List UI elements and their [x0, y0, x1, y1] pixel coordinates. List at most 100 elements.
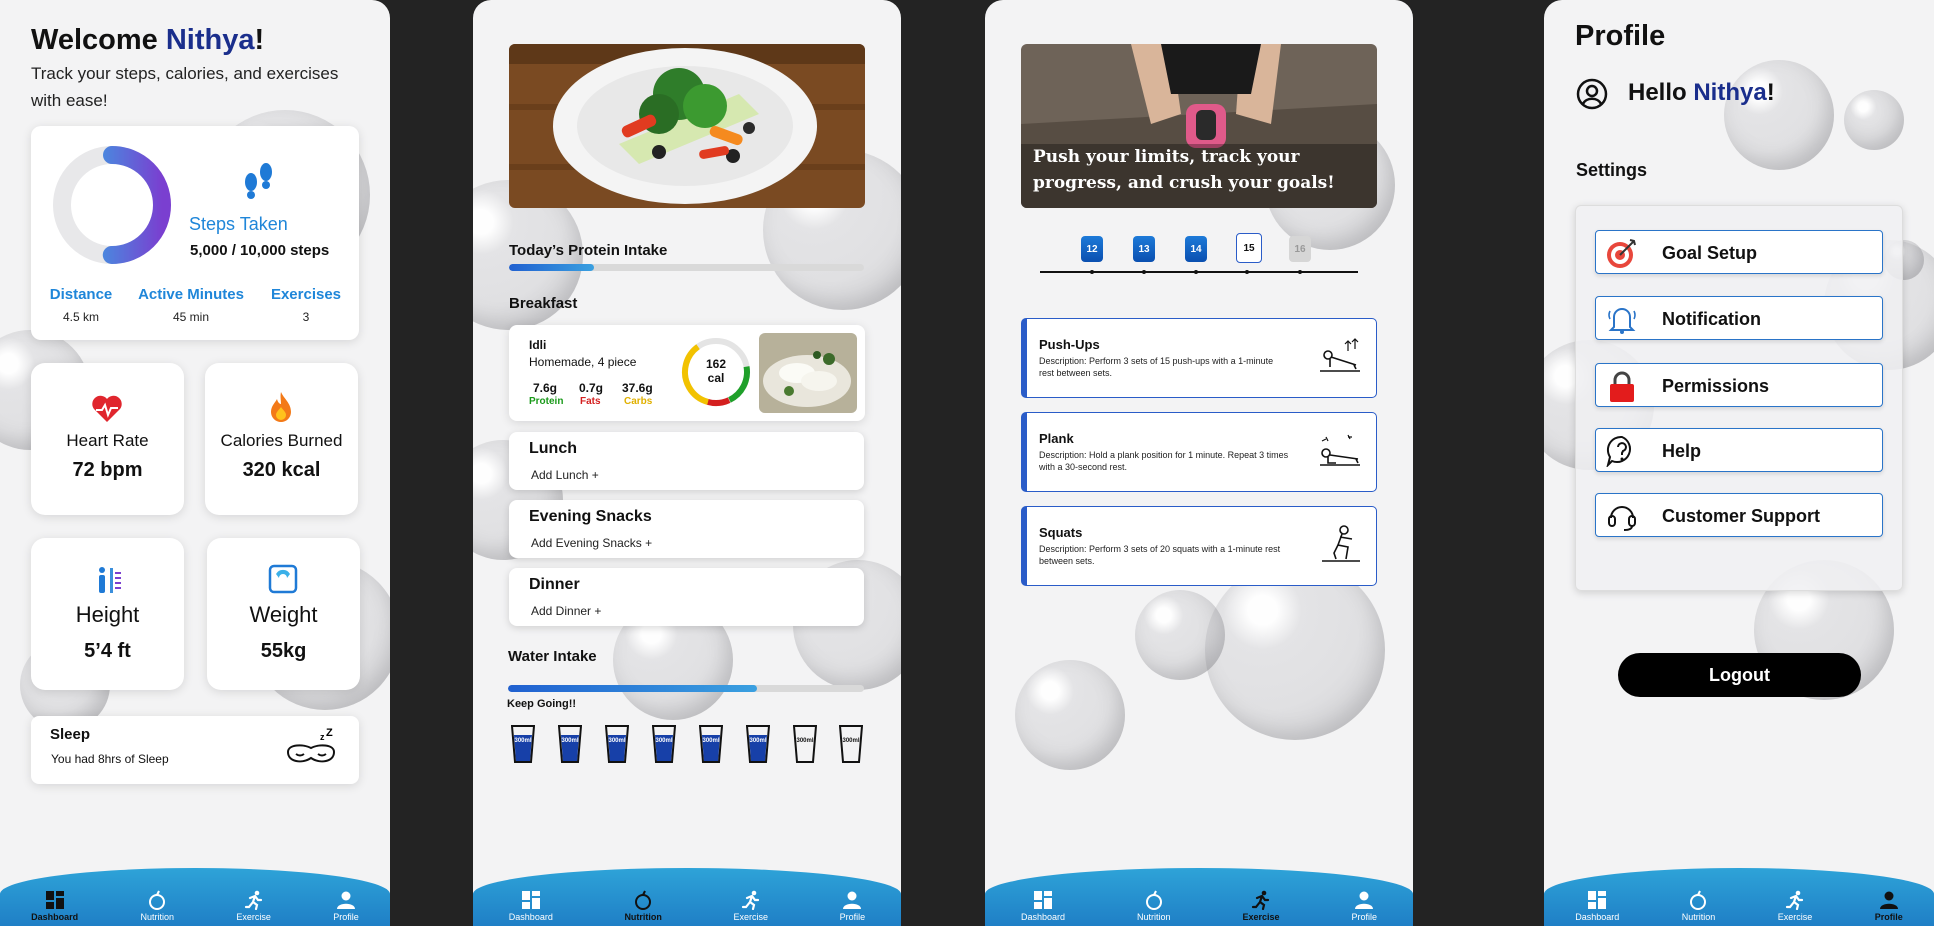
squat-icon: [1322, 525, 1360, 562]
user-icon: [843, 891, 862, 909]
headset-icon: [1608, 506, 1636, 531]
dinner-card[interactable]: Dinner Add Dinner +: [509, 568, 864, 626]
bottom-nav: Dashboard Nutrition Exercise Profile: [985, 868, 1413, 926]
user-icon: [337, 891, 356, 909]
water-glass[interactable]: 300ml: [604, 724, 630, 764]
customer-support-button[interactable]: Customer Support: [1595, 493, 1883, 537]
running-icon: [1251, 890, 1270, 910]
date-chip[interactable]: 16: [1289, 236, 1311, 262]
heart-pulse-icon: [92, 395, 122, 422]
nav-dashboard[interactable]: Dashboard: [1021, 890, 1065, 922]
pushup-icon: [1320, 338, 1360, 372]
nav-profile[interactable]: Profile: [840, 890, 865, 922]
protein-title: Today’s Protein Intake: [509, 242, 668, 259]
distance-value: 4.5 km: [62, 310, 99, 324]
heart-rate-card[interactable]: Heart Rate 72 bpm: [31, 363, 184, 515]
goal-setup-button[interactable]: Goal Setup: [1595, 230, 1883, 274]
fats-amount: 0.7g: [579, 381, 604, 395]
active-minutes-label: Active Minutes: [138, 286, 244, 303]
running-icon: [244, 890, 262, 910]
weight-card[interactable]: Weight 55kg: [207, 538, 360, 690]
nav-exercise[interactable]: Exercise: [734, 890, 768, 922]
calories-card[interactable]: Calories Burned 320 kcal: [205, 363, 358, 515]
notification-button[interactable]: Notification: [1595, 296, 1883, 340]
water-glass[interactable]: 300ml: [698, 724, 724, 764]
goal-setup-label: Goal Setup: [1662, 243, 1758, 263]
permissions-button[interactable]: Permissions: [1595, 363, 1883, 407]
glass-label: 300ml: [655, 738, 673, 744]
date-chip[interactable]: 15: [1236, 233, 1262, 263]
nutrition-screen: Today’s Protein Intake Breakfast Idli Ho…: [473, 0, 901, 926]
timeline-dot: [1194, 270, 1198, 274]
svg-text:Z: Z: [326, 728, 333, 739]
squats-title: Squats: [1039, 525, 1083, 540]
add-evening-snacks-button[interactable]: Add Evening Snacks +: [531, 536, 652, 550]
logout-button[interactable]: Logout: [1618, 653, 1861, 697]
nav-profile[interactable]: Profile: [333, 890, 359, 922]
apple-icon: [635, 890, 652, 910]
weight-title: Weight: [249, 602, 318, 627]
water-glass[interactable]: 300ml: [651, 724, 677, 764]
nav-nutrition[interactable]: Nutrition: [624, 890, 662, 922]
steps-card[interactable]: Steps Taken 5,000 / 10,000 steps Distanc…: [31, 126, 359, 340]
water-glass[interactable]: 300ml: [745, 724, 771, 764]
bottom-nav: Dashboard Nutrition Exercise Profile: [0, 868, 390, 926]
nav-nutrition[interactable]: Nutrition: [141, 890, 174, 922]
pushups-card[interactable]: Push-Ups Description: Perform 3 sets of …: [1021, 318, 1377, 398]
user-name: Nithya: [165, 24, 255, 56]
exercise-screen: Push your limits, track your progress, a…: [985, 0, 1413, 926]
squats-card[interactable]: Squats Description: Perform 3 sets of 20…: [1021, 506, 1377, 586]
timeline-dot: [1298, 270, 1302, 274]
steps-progress-ring: [53, 146, 171, 264]
sleep-card[interactable]: Sleep You had 8hrs of Sleep zZ: [31, 716, 359, 784]
nav-nutrition[interactable]: Nutrition: [1682, 890, 1715, 922]
nav-dashboard[interactable]: Dashboard: [509, 890, 553, 922]
fats-label: Fats: [580, 396, 601, 407]
add-lunch-button[interactable]: Add Lunch +: [531, 468, 599, 482]
bottom-nav: Dashboard Nutrition Exercise Profile: [1544, 868, 1934, 926]
nav-profile[interactable]: Profile: [1875, 890, 1903, 922]
height-title: Height: [75, 602, 140, 627]
nav-dashboard[interactable]: Dashboard: [1575, 890, 1619, 922]
nav-exercise[interactable]: Exercise: [1242, 890, 1280, 922]
salad-image: [509, 44, 865, 208]
breakfast-item-card[interactable]: Idli Homemade, 4 piece 7.6g Protein 0.7g…: [509, 325, 865, 421]
user-icon: [1355, 891, 1374, 909]
nav-nutrition[interactable]: Nutrition: [1137, 890, 1171, 922]
carbs-label: Carbs: [624, 396, 653, 407]
steps-label: Steps Taken: [189, 214, 288, 234]
active-minutes-value: 45 min: [172, 310, 210, 324]
food-detail: Homemade, 4 piece: [529, 355, 637, 369]
nav-dashboard[interactable]: Dashboard: [31, 890, 78, 922]
protein-amount: 7.6g: [533, 381, 558, 395]
bell-icon: [1608, 308, 1636, 334]
date-chip[interactable]: 12: [1081, 236, 1103, 262]
nav-exercise[interactable]: Exercise: [1778, 890, 1812, 922]
help-label: Help: [1662, 441, 1702, 461]
water-glass[interactable]: 300ml: [792, 724, 818, 764]
heart-rate-value: 72 bpm: [72, 459, 143, 481]
date-chip[interactable]: 13: [1133, 236, 1155, 262]
help-button[interactable]: Help: [1595, 428, 1883, 472]
nav-exercise[interactable]: Exercise: [236, 890, 271, 922]
water-glass[interactable]: 300ml: [838, 724, 864, 764]
plank-icon: [1320, 434, 1360, 466]
add-dinner-button[interactable]: Add Dinner +: [531, 604, 601, 618]
nav-profile[interactable]: Profile: [1351, 890, 1377, 922]
breakfast-title: Breakfast: [509, 295, 578, 312]
plank-desc: Description: Hold a plank position for 1…: [1039, 450, 1289, 472]
date-chip[interactable]: 14: [1185, 236, 1207, 262]
water-glass[interactable]: 300ml: [510, 724, 536, 764]
help-icon: [1606, 435, 1631, 467]
hello-heading: Hello Nithya!: [1628, 79, 1775, 106]
evening-snacks-card[interactable]: Evening Snacks Add Evening Snacks +: [509, 500, 864, 558]
plank-card[interactable]: Plank Description: Hold a plank position…: [1021, 412, 1377, 492]
lunch-title: Lunch: [529, 440, 577, 457]
height-card[interactable]: Height 5’4 ft: [31, 538, 184, 690]
target-icon: [1607, 239, 1636, 268]
footsteps-icon: [245, 163, 272, 199]
evening-snacks-title: Evening Snacks: [529, 508, 652, 525]
apple-icon: [149, 890, 166, 910]
water-glass[interactable]: 300ml: [557, 724, 583, 764]
lunch-card[interactable]: Lunch Add Lunch +: [509, 432, 864, 490]
